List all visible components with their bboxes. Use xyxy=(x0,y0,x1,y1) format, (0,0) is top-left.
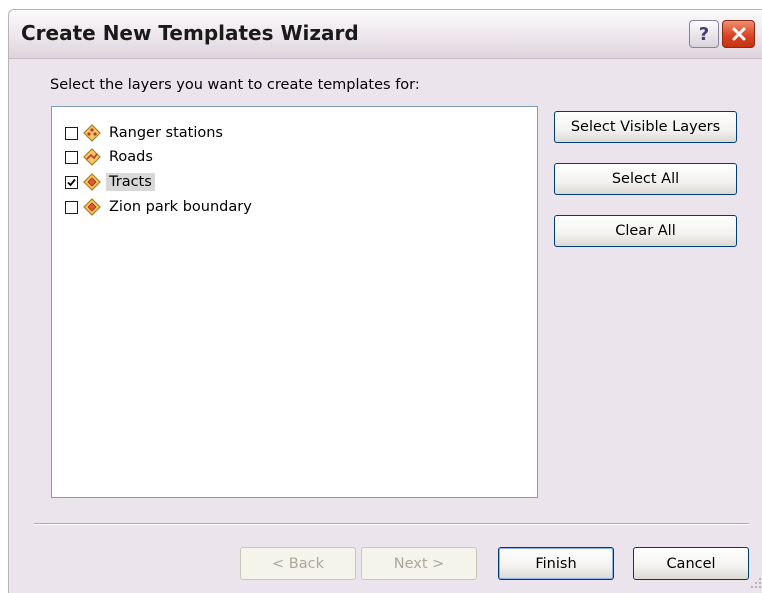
help-button[interactable]: ? xyxy=(689,20,719,48)
close-icon xyxy=(732,27,745,41)
layer-checkbox[interactable] xyxy=(65,126,78,140)
cancel-button[interactable]: Cancel xyxy=(633,547,749,580)
layer-list[interactable]: Ranger stations Roads Tracts Zion park b… xyxy=(51,106,538,498)
back-button[interactable]: < Back xyxy=(240,547,356,580)
layer-label-selected: Tracts xyxy=(106,173,155,191)
wizard-dialog: Create New Templates Wizard ? Select the… xyxy=(8,9,762,593)
layer-checkbox[interactable] xyxy=(65,150,78,164)
dialog-title: Create New Templates Wizard xyxy=(21,21,359,45)
layer-label: Roads xyxy=(109,149,153,165)
layer-checkbox-checked[interactable] xyxy=(65,175,78,189)
layer-label: Ranger stations xyxy=(109,125,223,141)
polygon-layer-icon xyxy=(83,173,101,191)
point-layer-icon xyxy=(83,124,101,142)
layer-checkbox[interactable] xyxy=(65,200,78,214)
list-item-zion-park-boundary[interactable]: Zion park boundary xyxy=(65,196,255,218)
list-item-roads[interactable]: Roads xyxy=(65,146,156,168)
instruction-label: Select the layers you want to create tem… xyxy=(50,77,420,93)
list-item-tracts[interactable]: Tracts xyxy=(65,171,155,193)
checkmark-icon xyxy=(67,178,76,186)
footer-separator xyxy=(34,523,749,525)
line-layer-icon xyxy=(83,148,101,166)
next-button[interactable]: Next > xyxy=(361,547,477,580)
select-all-button[interactable]: Select All xyxy=(554,163,737,195)
select-visible-layers-button[interactable]: Select Visible Layers xyxy=(554,111,737,143)
finish-button[interactable]: Finish xyxy=(498,547,614,580)
list-item-ranger-stations[interactable]: Ranger stations xyxy=(65,122,226,144)
resize-grip-icon[interactable] xyxy=(747,570,762,593)
help-icon: ? xyxy=(698,23,710,45)
clear-all-button[interactable]: Clear All xyxy=(554,215,737,247)
close-button[interactable] xyxy=(722,20,755,48)
polygon-layer-icon xyxy=(83,198,101,216)
title-bar[interactable]: Create New Templates Wizard ? xyxy=(9,10,762,59)
layer-label: Zion park boundary xyxy=(109,199,252,215)
